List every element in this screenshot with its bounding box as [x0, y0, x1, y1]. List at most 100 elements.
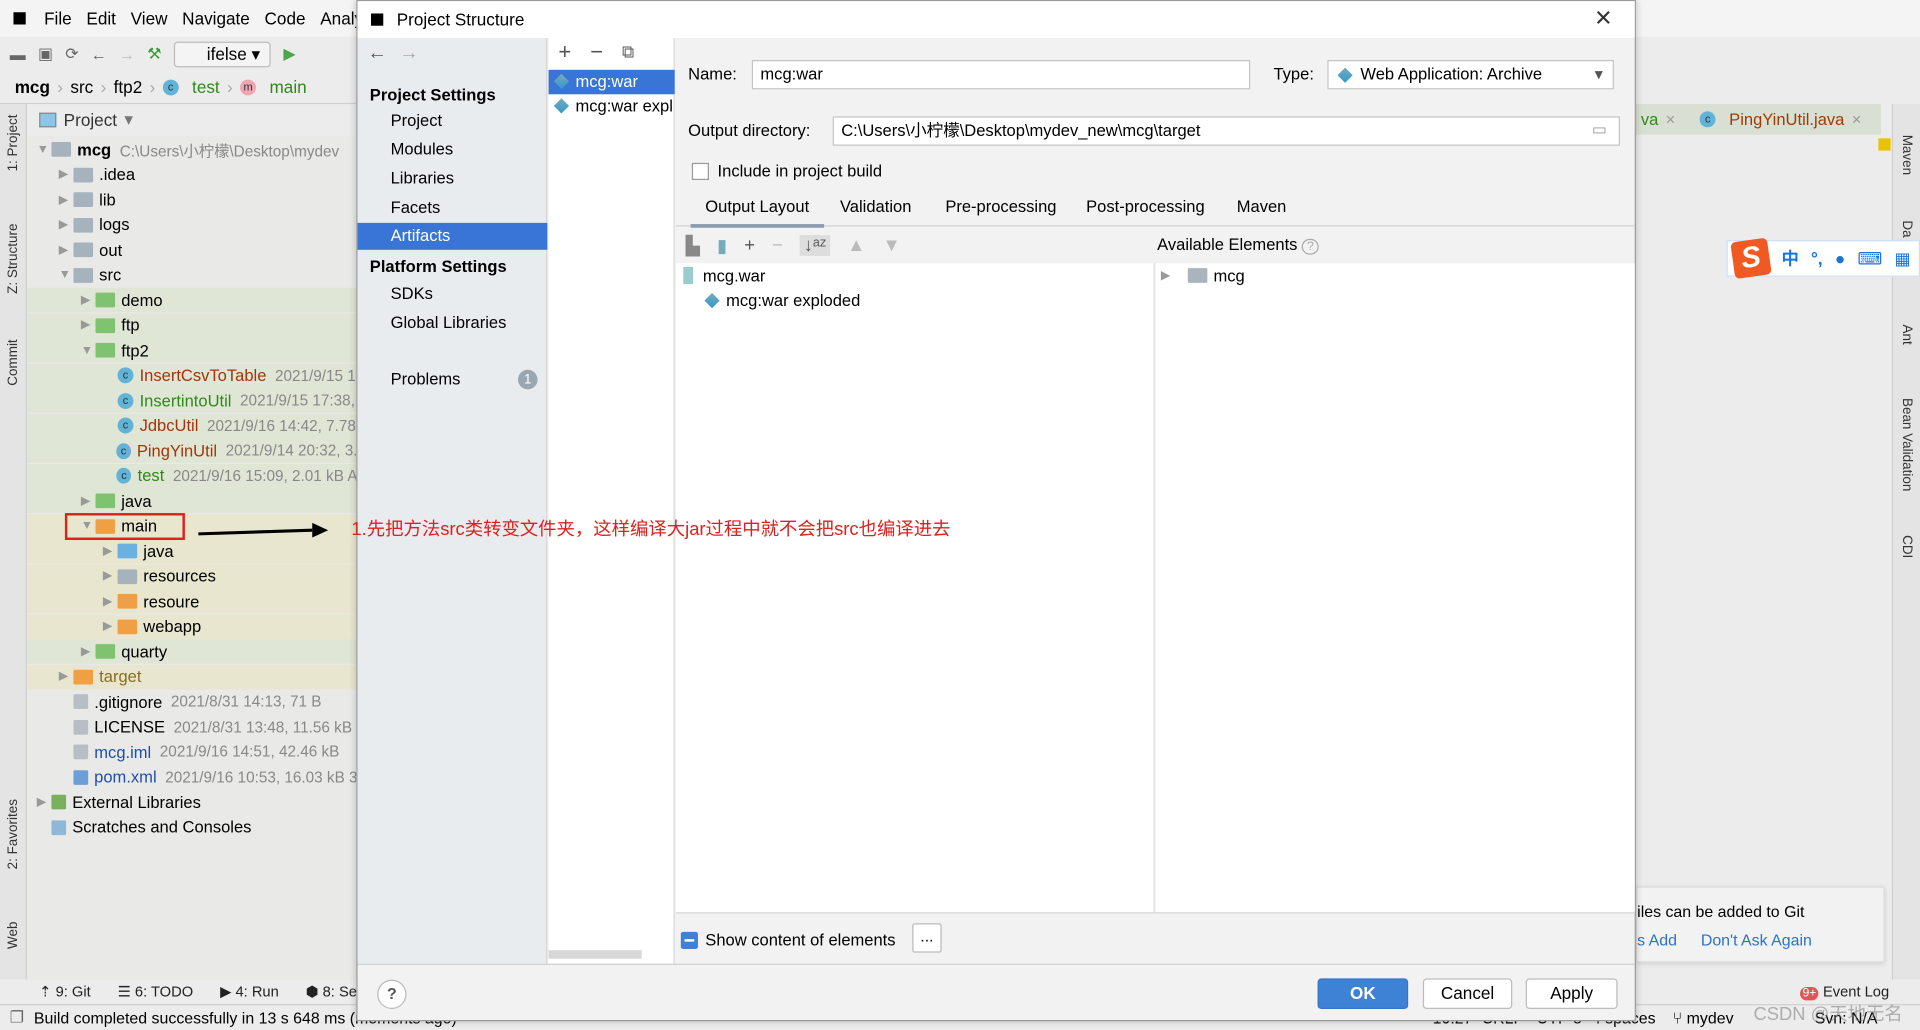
tree-item[interactable]: .gitignore 2021/8/31 14:13, 71 B [27, 689, 358, 713]
crumb-ftp2[interactable]: ftp2 [114, 77, 143, 97]
stripe-commit[interactable]: Commit [6, 339, 21, 385]
tree-item[interactable]: c PingYinUtil 2021/9/14 20:32, 3. [26, 438, 358, 463]
tree-item[interactable]: ▶ java [26, 488, 358, 514]
stripe-favorites[interactable]: 2: Favorites [6, 799, 21, 869]
tree-item[interactable]: ▼ mcg C:\Users\小柠檬\Desktop\mydev [27, 137, 358, 161]
crumb-mcg[interactable]: mcg [15, 77, 50, 97]
run-icon[interactable]: ▶ [283, 44, 295, 64]
nav-modules[interactable]: Modules [358, 136, 548, 163]
artifact-item[interactable]: mcg:war [548, 69, 675, 95]
close-tab-icon[interactable]: × [1852, 110, 1862, 128]
include-build-label[interactable]: Include in project build [718, 162, 883, 180]
chevron-right-icon[interactable]: ▶ [81, 494, 96, 507]
microphone-icon[interactable]: ● [1835, 249, 1845, 269]
stripe-web[interactable]: Web [6, 922, 21, 949]
chevron-down-icon[interactable]: ▼ [81, 343, 96, 356]
nav-forward-icon[interactable]: → [399, 43, 419, 65]
chevron-right-icon[interactable]: ▶ [103, 620, 118, 633]
stripe-database[interactable]: Da [1899, 220, 1914, 237]
tree-item[interactable]: ▶ out [27, 238, 358, 262]
git-tool-button[interactable]: ⇡ 9: Git [39, 983, 91, 1000]
forward-icon[interactable]: → [119, 45, 135, 63]
notification-dont-ask-link[interactable]: Don't Ask Again [1701, 931, 1812, 949]
chevron-right-icon[interactable]: ▶ [81, 645, 96, 658]
tree-item[interactable]: Scratches and Consoles [27, 815, 358, 839]
editor-tab-pingyinutil[interactable]: PingYinUtil.java [1729, 110, 1844, 128]
layout-item-exploded[interactable]: mcg:war exploded [704, 288, 1036, 312]
output-dir-input[interactable]: C:\Users\小柠檬\Desktop\mydev_new\mcg\targe… [832, 116, 1621, 146]
tree-item[interactable]: ▶ quarty [26, 639, 358, 664]
menu-view[interactable]: View [131, 9, 168, 29]
tree-item[interactable]: ▶ lib [27, 187, 358, 211]
show-content-checkbox[interactable] [680, 931, 698, 949]
nav-libraries[interactable]: Libraries [358, 165, 548, 192]
chevron-right-icon[interactable]: ▶ [103, 594, 118, 607]
tree-item[interactable]: ▶ resources [26, 563, 358, 589]
tab-maven[interactable]: Maven [1237, 197, 1287, 215]
chevron-down-icon[interactable]: ▼ [59, 268, 74, 281]
chevron-right-icon[interactable]: ▶ [59, 218, 74, 231]
tab-pre-processing[interactable]: Pre-processing [945, 197, 1056, 215]
build-hammer-icon[interactable]: ⚒ [147, 44, 161, 64]
project-view-select[interactable]: Project [64, 110, 117, 130]
name-input[interactable]: mcg:war [751, 60, 1251, 90]
tab-validation[interactable]: Validation [840, 197, 911, 215]
sort-az-icon[interactable]: ↓ᵃᶻ [800, 235, 830, 256]
services-tool-button[interactable]: ⬢ 8: Se [306, 983, 357, 1000]
nav-back-icon[interactable]: ← [367, 43, 387, 65]
stripe-maven[interactable]: Maven [1899, 135, 1914, 175]
remove-icon[interactable]: − [772, 235, 783, 256]
keyboard-icon[interactable]: ⌨ [1858, 248, 1883, 269]
tree-item[interactable]: pom.xml 2021/9/16 10:53, 16.03 kB 3 [27, 765, 358, 789]
tab-post-processing[interactable]: Post-processing [1086, 197, 1205, 215]
archive-icon[interactable]: ▮ [717, 234, 727, 257]
chevron-right-icon[interactable]: ▶ [59, 193, 74, 206]
tree-item[interactable]: ▶ target [26, 664, 358, 689]
crumb-test[interactable]: test [192, 77, 220, 97]
tree-item[interactable]: ▶ demo [26, 287, 358, 313]
ime-chinese-mode[interactable]: 中 [1782, 246, 1799, 270]
new-directory-icon[interactable]: ▙ [686, 234, 700, 257]
available-item-mcg[interactable]: ▶ mcg [1161, 263, 1492, 287]
menu-file[interactable]: File [44, 9, 72, 29]
help-icon[interactable]: ? [1302, 238, 1319, 255]
run-tool-button[interactable]: ▶ 4: Run [220, 983, 279, 1000]
nav-artifacts[interactable]: Artifacts [357, 222, 548, 250]
chevron-right-icon[interactable]: ▶ [59, 670, 74, 683]
type-select[interactable]: Web Application: Archive ▾ [1327, 60, 1614, 90]
move-down-icon[interactable]: ▼ [882, 235, 900, 256]
tree-item[interactable]: mcg.iml 2021/9/16 14:51, 42.46 kB [27, 740, 358, 764]
open-folder-icon[interactable]: ▬ [10, 45, 26, 63]
layout-item-war[interactable]: mcg.war [683, 263, 1014, 287]
tree-item[interactable]: ▶ ftp [26, 312, 358, 338]
crumb-src[interactable]: src [70, 77, 93, 97]
tree-item[interactable]: ▶ External Libraries [27, 790, 358, 814]
run-config-select[interactable]: ifelse ▾ [173, 41, 272, 67]
menu-navigate[interactable]: Navigate [182, 9, 250, 29]
event-log-button[interactable]: 9+ Event Log [1800, 983, 1889, 1001]
remove-artifact-icon[interactable]: − [590, 39, 603, 65]
apply-button[interactable]: Apply [1525, 978, 1618, 1009]
copy-artifact-icon[interactable]: ⧉ [622, 42, 634, 63]
tree-item[interactable]: ▶ .idea [27, 162, 358, 186]
tree-item[interactable]: c JdbcUtil 2021/9/16 14:42, 7.78 [26, 413, 358, 438]
tree-item[interactable]: ▼ ftp2 [26, 337, 358, 363]
notification-add-link[interactable]: s Add [1637, 931, 1677, 949]
status-icon[interactable]: ❐ [10, 1008, 24, 1028]
tab-output-layout[interactable]: Output Layout [690, 197, 824, 228]
chevron-right-icon[interactable]: ▶ [59, 243, 74, 256]
nav-problems[interactable]: Problems 1 [358, 366, 548, 393]
close-icon[interactable]: ✕ [1594, 6, 1612, 32]
stripe-bean-validation[interactable]: Bean Validation [1899, 398, 1914, 491]
tree-item[interactable]: ▶ logs [27, 212, 358, 236]
tree-item[interactable]: LICENSE 2021/8/31 13:48, 11.56 kB [27, 714, 358, 738]
help-button[interactable]: ? [377, 979, 407, 1009]
ime-menu-icon[interactable]: ▦ [1895, 248, 1911, 269]
back-icon[interactable]: ← [91, 45, 107, 63]
chevron-down-icon[interactable]: ▼ [37, 143, 52, 156]
include-build-checkbox[interactable] [691, 162, 709, 181]
ok-button[interactable]: OK [1317, 978, 1409, 1009]
cancel-button[interactable]: Cancel [1422, 978, 1513, 1009]
git-branch[interactable]: ⑂ mydev [1673, 1008, 1734, 1026]
sync-icon[interactable]: ⟳ [65, 44, 78, 64]
